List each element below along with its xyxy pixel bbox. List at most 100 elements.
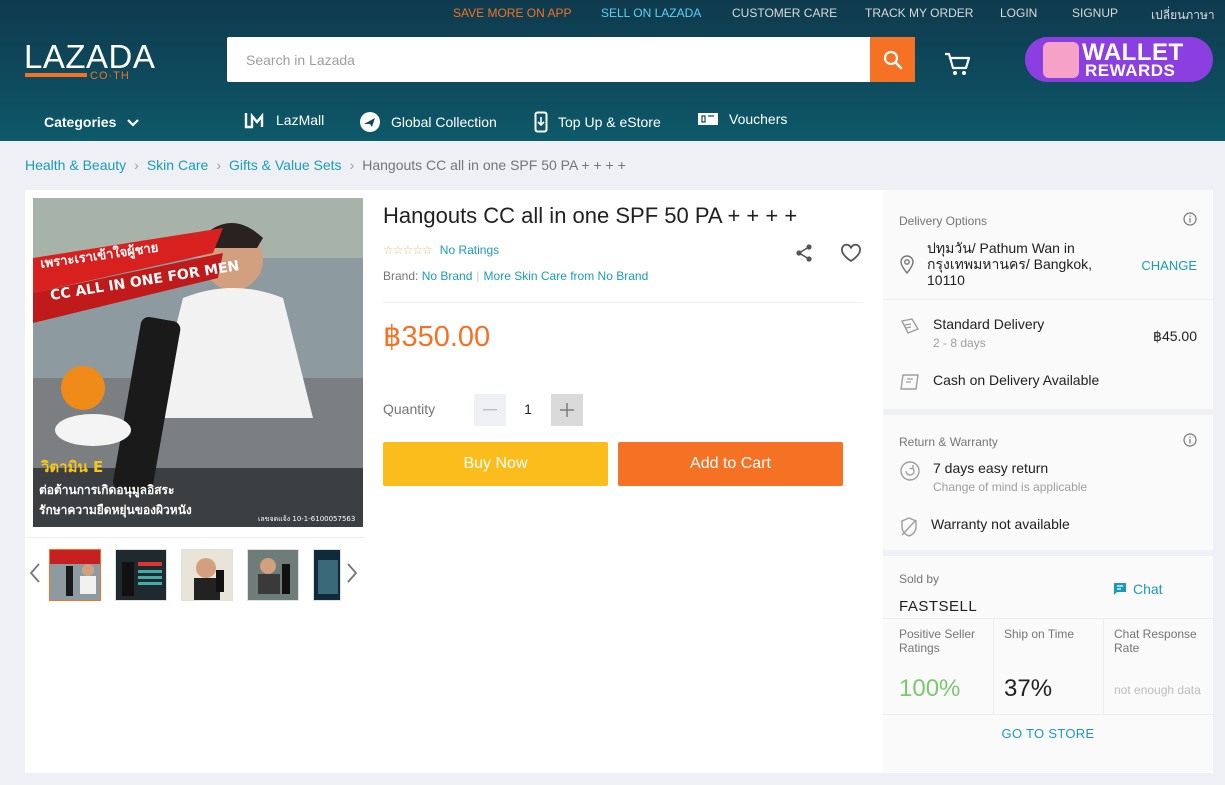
site-header: SAVE MORE ON APP SELL ON LAZADA CUSTOMER… <box>0 0 1225 141</box>
login-link[interactable]: LOGIN <box>1000 6 1037 20</box>
delivery-address: ปทุมวัน/ Pathum Wan in กรุงเทพมหานคร/ Ba… <box>927 240 1092 288</box>
return-policy-sub: Change of mind is applicable <box>933 480 1088 494</box>
product-rating: ☆☆☆☆☆ No Ratings <box>383 243 499 257</box>
breadcrumb-health-beauty[interactable]: Health & Beauty <box>25 157 126 173</box>
metric-label: Chat Response Rate <box>1114 627 1197 655</box>
thumbnail-1[interactable] <box>49 549 101 601</box>
go-to-store-button[interactable]: GO TO STORE <box>883 726 1213 741</box>
wallet-rewards-banner[interactable]: WALLET REWARDS <box>1025 37 1213 82</box>
breadcrumb-separator: › <box>134 157 139 173</box>
thumbnail-image <box>248 550 298 600</box>
standard-delivery-row: Standard Delivery 2 - 8 days <box>899 316 1044 350</box>
nav-item-lazmall[interactable]: LazMall <box>244 111 324 129</box>
wishlist-heart-icon[interactable] <box>840 243 862 263</box>
chat-icon <box>1114 583 1126 595</box>
add-to-cart-button[interactable]: Add to Cart <box>618 442 843 486</box>
cod-row: Cash on Delivery Available <box>899 372 1099 392</box>
seller-name[interactable]: FASTSELL <box>899 598 977 615</box>
top-links-bar: SAVE MORE ON APP SELL ON LAZADA CUSTOMER… <box>0 0 1225 26</box>
breadcrumb-gifts-value-sets[interactable]: Gifts & Value Sets <box>229 157 342 173</box>
metric-chat-response: Chat Response Rate not enough data <box>1098 619 1213 714</box>
nav-item-label: Top Up & eStore <box>558 114 661 130</box>
metric-value: not enough data <box>1114 683 1201 697</box>
quantity-input[interactable] <box>515 401 541 417</box>
title-divider <box>383 302 863 303</box>
voucher-icon <box>698 113 718 125</box>
thumbnail-2[interactable] <box>115 549 167 601</box>
cash-icon <box>900 374 919 390</box>
nav-item-top-up[interactable]: Top Up & eStore <box>534 111 661 133</box>
shield-off-icon <box>901 517 917 537</box>
share-icon[interactable] <box>794 243 814 263</box>
info-icon[interactable] <box>1183 212 1197 226</box>
lazada-logo[interactable]: LAZADA CO·TH <box>24 38 156 86</box>
lazmall-icon <box>244 112 264 129</box>
sold-by-label: Sold by <box>899 572 940 586</box>
brand-link[interactable]: No Brand <box>422 269 473 283</box>
logo-underline <box>25 73 87 77</box>
warranty-row: Warranty not available <box>899 516 1070 538</box>
nav-item-label: Vouchers <box>729 111 788 127</box>
product-main-image[interactable]: เพราะเราเข้าใจผู้ชาย CC ALL IN ONE FOR M… <box>33 198 363 527</box>
breadcrumb-separator: › <box>349 157 355 173</box>
standard-delivery-days: 2 - 8 days <box>933 336 986 350</box>
nav-item-label: LazMall <box>276 112 325 128</box>
delivery-truck-icon <box>900 318 920 334</box>
quantity-decrease-button[interactable] <box>474 394 506 426</box>
save-more-on-app-link[interactable]: SAVE MORE ON APP <box>453 6 571 20</box>
search-icon <box>883 50 902 69</box>
plus-icon <box>560 403 574 417</box>
brand-label: Brand: <box>383 269 419 283</box>
plane-globe-icon <box>360 112 380 132</box>
sell-on-lazada-link[interactable]: SELL ON LAZADA <box>601 6 701 20</box>
location-pin-icon <box>900 255 914 274</box>
nav-item-global-collection[interactable]: Global Collection <box>359 111 497 133</box>
customer-care-link[interactable]: CUSTOMER CARE <box>732 6 837 20</box>
image-vitamin-text: วิตามิน E <box>40 458 103 476</box>
breadcrumb-separator: › <box>216 157 221 173</box>
image-line-1: ต่อต้านการเกิดอนุมูลอิสระ <box>39 483 174 498</box>
chevron-left-icon[interactable] <box>29 562 41 584</box>
signup-link[interactable]: SIGNUP <box>1072 6 1118 20</box>
categories-menu[interactable]: Categories <box>44 114 140 130</box>
return-icon <box>900 461 920 481</box>
buy-now-button[interactable]: Buy Now <box>383 442 608 486</box>
thumbnail-image <box>116 550 166 600</box>
chevron-right-icon[interactable] <box>346 562 358 584</box>
nav-item-vouchers[interactable]: Vouchers <box>697 111 787 127</box>
return-policy: 7 days easy return <box>933 460 1049 476</box>
quantity-label: Quantity <box>383 401 436 417</box>
ratings-link[interactable]: No Ratings <box>440 243 499 257</box>
thumbnail-image <box>314 550 340 600</box>
category-nav: Categories LazMall Global Collection Top… <box>0 104 1225 140</box>
delivery-address-row: ปทุมวัน/ Pathum Wan in กรุงเทพมหานคร/ Ba… <box>899 240 1097 288</box>
info-icon[interactable] <box>1183 433 1197 447</box>
rating-stars-icon: ☆☆☆☆☆ <box>383 243 433 257</box>
chat-label: Chat <box>1133 581 1163 597</box>
chat-button[interactable]: Chat <box>1113 581 1163 597</box>
logo-wordmark: LAZADA <box>24 38 156 75</box>
seller-divider <box>883 714 1213 715</box>
cod-label: Cash on Delivery Available <box>933 372 1100 388</box>
breadcrumb-skin-care[interactable]: Skin Care <box>147 157 208 173</box>
change-address-link[interactable]: CHANGE <box>1141 258 1197 273</box>
delivery-divider <box>883 299 1213 300</box>
nav-item-label: Global Collection <box>391 114 497 130</box>
cart-button[interactable] <box>943 49 973 79</box>
thumbnail-5[interactable] <box>313 549 341 601</box>
search-button[interactable] <box>870 37 915 82</box>
thumbnail-image <box>50 550 100 600</box>
track-my-order-link[interactable]: TRACK MY ORDER <box>865 6 973 20</box>
thumbnail-4[interactable] <box>247 549 299 601</box>
product-photo-illustration: เพราะเราเข้าใจผู้ชาย CC ALL IN ONE FOR M… <box>33 198 363 527</box>
return-warranty-title: Return & Warranty <box>899 435 998 449</box>
thumbnail-3[interactable] <box>181 549 233 601</box>
quantity-increase-button[interactable] <box>551 394 583 426</box>
search-input[interactable] <box>227 37 870 82</box>
mobile-topup-icon <box>534 111 548 133</box>
change-language-link[interactable]: เปลี่ยนภาษา <box>1151 6 1215 25</box>
more-from-brand-link[interactable]: More Skin Care from No Brand <box>484 269 649 283</box>
thumbnail-strip <box>25 537 365 607</box>
delivery-options-title: Delivery Options <box>899 214 988 228</box>
breadcrumb: Health & Beauty › Skin Care › Gifts & Value … <box>25 157 626 173</box>
